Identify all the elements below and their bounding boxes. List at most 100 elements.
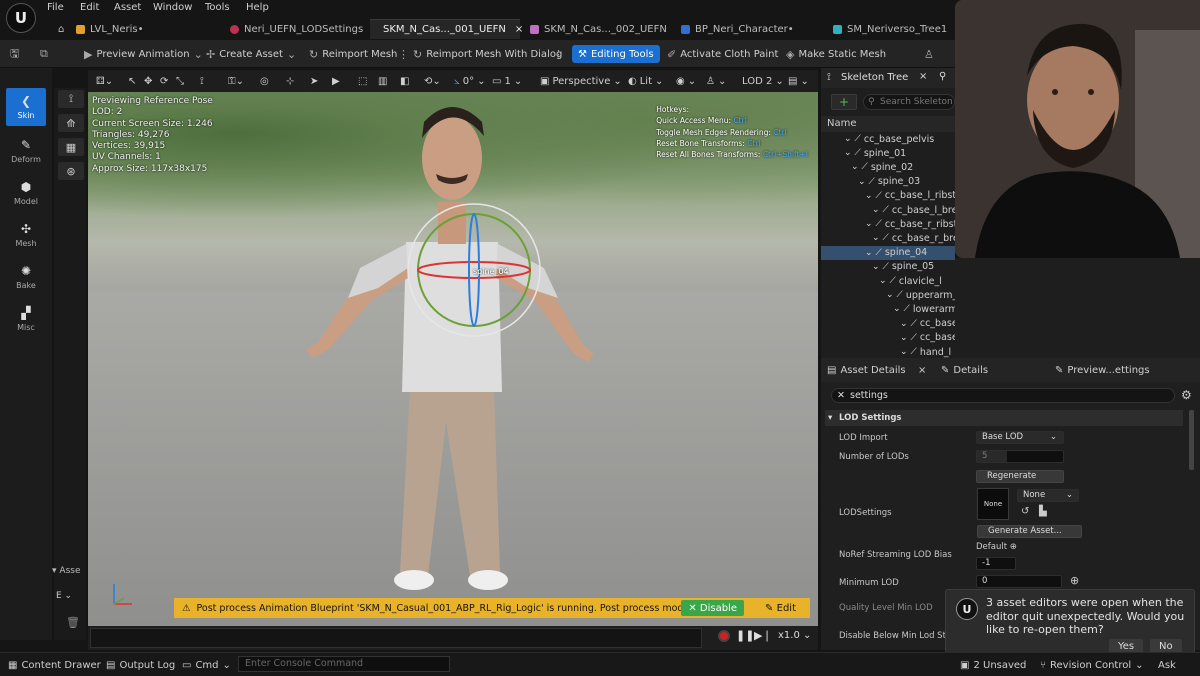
expand-arrow-icon[interactable]: ⌄ <box>900 333 908 343</box>
bone-row[interactable]: ⌄ ⟋ spine_01 <box>821 146 955 160</box>
character-icon[interactable]: ♙ <box>924 45 934 63</box>
make-static-mesh-button[interactable]: ◈ Make Static Mesh <box>786 45 886 63</box>
unsaved-button[interactable]: ▣ 2 Unsaved <box>960 658 1026 672</box>
menu-asset[interactable]: Asset <box>114 2 141 13</box>
lod-settings-section-header[interactable]: ▾ LOD Settings <box>825 410 1183 426</box>
split-icon[interactable]: ▥ <box>378 73 387 89</box>
grid-weights-icon[interactable]: ▦ <box>58 138 84 156</box>
layout-dropdown[interactable]: ▤ ⌄ <box>788 73 809 89</box>
skeleton-search-input[interactable]: ⚲ Search Skeleton <box>863 94 955 110</box>
bone-row[interactable]: ⌄ ⟋ spine_03 <box>821 175 955 189</box>
bone-row[interactable]: ⌄⟋cc_base_l_ribstwist <box>821 189 955 203</box>
unreal-logo-icon[interactable]: U <box>6 3 36 33</box>
scale-icon[interactable]: ⤡ <box>176 73 184 89</box>
expand-arrow-icon[interactable]: ⌄ <box>872 262 880 272</box>
bone-display-icon[interactable]: ⟟ <box>200 73 204 89</box>
pointer-icon[interactable]: ➤ <box>310 73 318 89</box>
grid-snap-toggle[interactable]: ▭ 1 ⌄ <box>492 73 522 89</box>
bone-row[interactable]: ⌄⟋cc_base_r_ribstwist <box>821 217 955 231</box>
menu-tools[interactable]: Tools <box>205 2 230 13</box>
bone-row[interactable]: ⌄ ⟋ upperarm_l <box>821 288 955 302</box>
details-scrollbar[interactable] <box>1189 410 1194 470</box>
expand-arrow-icon[interactable]: ⌄ <box>865 219 873 229</box>
paint-weights-icon[interactable]: ⟰ <box>58 114 84 132</box>
lod-dropdown[interactable]: LOD 2 ⌄ <box>742 73 784 89</box>
disable-button[interactable]: ✕ Disable <box>681 600 744 616</box>
world-icon[interactable]: ◎ <box>260 73 269 89</box>
tab-asset-details[interactable]: ▤ Asset Details <box>827 362 906 378</box>
lodsettings-dropdown[interactable]: None ⌄ <box>1017 489 1079 502</box>
mode-deform[interactable]: ✎ Deform <box>6 132 46 170</box>
regenerate-button[interactable]: Regenerate <box>976 470 1064 483</box>
use-selected-icon[interactable]: ↺ <box>1021 506 1029 517</box>
tab-skm-001[interactable]: SKM_N_Cas..._001_UEFN × <box>370 19 523 39</box>
translate-icon[interactable]: ✥ <box>144 73 152 89</box>
close-tab-icon[interactable]: × <box>918 362 926 378</box>
collapse-arrow-icon[interactable]: ▾ <box>52 566 57 576</box>
select-bone-icon[interactable]: ⟟ <box>58 90 84 108</box>
tab-details[interactable]: ✎ Details <box>941 362 988 378</box>
editing-tools-button[interactable]: ⚒ Editing Tools <box>572 45 660 63</box>
character-model[interactable] <box>288 92 688 626</box>
ask-button[interactable]: Ask <box>1158 658 1176 672</box>
viewport[interactable]: spine_04 Previewing Reference Pose LOD: … <box>88 92 818 626</box>
expand-arrow-icon[interactable]: ⌄ <box>851 162 859 172</box>
expand-arrow-icon[interactable]: ⌄ <box>872 205 880 215</box>
timeline-track[interactable] <box>90 628 702 648</box>
output-log-button[interactable]: ▤ Output Log <box>106 658 175 672</box>
bone-row[interactable]: ⌄⟋lowerarm_l <box>821 302 955 316</box>
mode-bake[interactable]: ✺ Bake <box>6 258 46 296</box>
tab-preview-settings[interactable]: ✎ Preview...ettings <box>1055 362 1150 378</box>
menu-file[interactable]: File <box>47 2 64 13</box>
clear-search-icon[interactable]: ✕ <box>837 389 845 402</box>
expand-arrow-icon[interactable]: ⌄ <box>865 248 873 258</box>
play-next-button[interactable]: ▶❘ <box>754 629 772 642</box>
gear-icon[interactable]: ⚙ <box>1181 388 1192 402</box>
close-panel-icon[interactable]: × <box>919 71 927 82</box>
playback-speed-dropdown[interactable]: x1.0 ⌄ <box>778 630 811 641</box>
perspective-dropdown[interactable]: ▣ Perspective ⌄ <box>540 73 622 89</box>
bone-row[interactable]: ⌄ ⟋ clavicle_l <box>821 274 955 288</box>
add-override-icon[interactable]: ⊕ <box>1010 542 1017 552</box>
menu-help[interactable]: Help <box>246 2 269 13</box>
tab-sm-tree[interactable]: SM_Neriverso_Tree1 <box>825 19 955 39</box>
preview-animation-button[interactable]: ▶ Preview Animation ⌄ <box>84 45 203 63</box>
mode-skin[interactable]: ❮ Skin <box>6 88 46 126</box>
console-input[interactable]: Enter Console Command <box>238 656 450 672</box>
expand-arrow-icon[interactable]: ⌄ <box>844 134 852 144</box>
select-mode-icon[interactable]: ↖ <box>128 73 136 89</box>
rotation-snap-icon[interactable]: ⟲⌄ <box>424 73 441 89</box>
bone-row[interactable]: ⌄⟋cc_base_l_forearmtwist01 <box>821 331 955 345</box>
menu-edit[interactable]: Edit <box>80 2 99 13</box>
expand-arrow-icon[interactable]: ⌄ <box>886 290 894 300</box>
lodsettings-thumbnail[interactable]: None <box>977 488 1009 520</box>
bone-row[interactable]: ⌄⟋cc_base_l_breast <box>821 203 955 217</box>
angle-snap-toggle[interactable]: ⦣ 0° ⌄ <box>454 73 486 89</box>
save-icon[interactable]: 🖫 <box>10 45 19 63</box>
expand-arrow-icon[interactable]: ⌄ <box>900 347 908 357</box>
expand-arrow-icon[interactable]: ⌄ <box>879 276 887 286</box>
lit-dropdown[interactable]: ◐ Lit ⌄ <box>628 73 663 89</box>
tab-skm-002[interactable]: SKM_N_Cas..._002_UEFN <box>522 19 675 39</box>
add-override-icon[interactable]: ⊕ <box>1070 574 1079 587</box>
expand-arrow-icon[interactable]: ⌄ <box>893 304 901 314</box>
record-button[interactable] <box>718 630 730 642</box>
character-dropdown[interactable]: ♙ ⌄ <box>706 73 726 89</box>
bone-row[interactable]: ⌄ ⟋ spine_02 <box>821 160 955 174</box>
show-dropdown[interactable]: ◉ ⌄ <box>676 73 696 89</box>
bone-row[interactable]: ⌄ ⟋ hand_l <box>821 345 955 358</box>
details-search-input[interactable]: ✕ settings <box>831 388 1175 403</box>
search-icon[interactable]: ⚲ <box>939 71 946 82</box>
pause-button[interactable]: ❚❚ <box>736 629 754 642</box>
expand-arrow-icon[interactable]: ⌄ <box>865 191 873 201</box>
noref-value-input[interactable]: -1 <box>976 557 1016 570</box>
minimum-lod-input[interactable]: 0 <box>976 575 1062 588</box>
bind-skin-icon[interactable]: ⊛ <box>58 162 84 180</box>
mode-misc[interactable]: ▞ Misc <box>6 300 46 338</box>
rotate-icon[interactable]: ⟳ <box>160 73 168 89</box>
bone-row[interactable]: ⌄ ⟋ spine_05 <box>821 260 955 274</box>
generate-asset-button[interactable]: Generate Asset... <box>977 525 1082 538</box>
content-drawer-button[interactable]: ▦ Content Drawer <box>8 658 101 672</box>
number-of-lods-input[interactable]: 5 <box>976 450 1064 463</box>
revision-control-button[interactable]: ⑂ Revision Control ⌄ <box>1040 658 1144 672</box>
